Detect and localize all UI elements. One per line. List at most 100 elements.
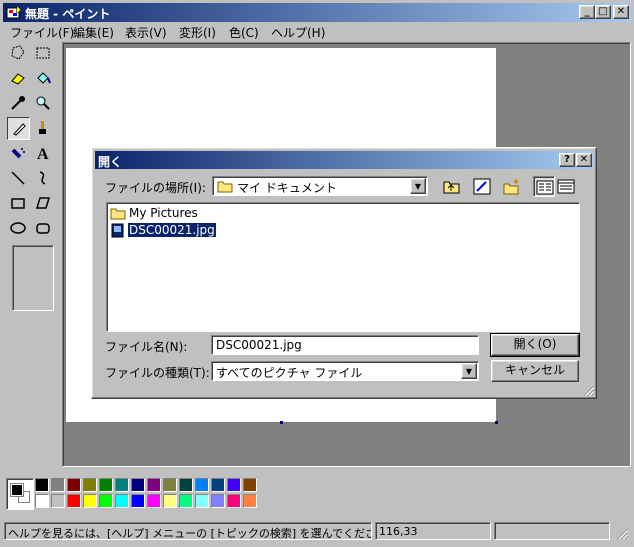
window-titlebar[interactable]: 無題 - ペイント _ □ ✕ [3, 3, 631, 22]
filename-value: DSC00021.jpg [216, 338, 302, 352]
color-swatch[interactable] [83, 478, 97, 492]
color-swatch[interactable] [227, 494, 241, 508]
color-swatch[interactable] [211, 494, 225, 508]
ellipse-icon [10, 222, 26, 234]
current-colors[interactable] [6, 478, 34, 510]
desktop-button[interactable] [471, 176, 493, 197]
color-swatch[interactable] [35, 494, 49, 508]
rect-select-icon [36, 47, 50, 59]
pencil-tool[interactable] [7, 117, 30, 140]
dialog-size-grip-icon[interactable] [582, 384, 595, 397]
menu-bar: ファイル(F) 編集(E) 表示(V) 変形(I) 色(C) ヘルプ(H) [3, 22, 631, 41]
minimize-button[interactable]: _ [579, 5, 595, 19]
magnifier-tool[interactable] [32, 92, 55, 115]
file-list[interactable]: My Pictures DSC00021.jpg [106, 202, 580, 332]
eraser-tool[interactable] [7, 67, 30, 90]
color-swatch[interactable] [83, 494, 97, 508]
filename-input[interactable]: DSC00021.jpg [211, 335, 479, 355]
color-swatch[interactable] [163, 478, 177, 492]
close-button[interactable]: ✕ [613, 5, 629, 19]
color-swatch[interactable] [195, 478, 209, 492]
color-swatch[interactable] [147, 478, 161, 492]
color-swatch[interactable] [211, 478, 225, 492]
eraser-icon [11, 73, 25, 85]
color-swatch[interactable] [115, 478, 129, 492]
maximize-button[interactable]: □ [595, 5, 611, 19]
foreground-color-swatch[interactable] [10, 483, 24, 497]
line-tool[interactable] [7, 167, 30, 190]
desktop-icon [473, 178, 491, 195]
tool-options-panel[interactable] [12, 245, 54, 311]
status-coordinates: 116,33 [375, 522, 491, 540]
free-select-tool[interactable] [7, 42, 30, 65]
menu-edit[interactable]: 編集(E) [73, 24, 114, 41]
color-picker-tool[interactable] [7, 92, 30, 115]
color-palette [3, 470, 631, 516]
color-swatch[interactable] [35, 478, 49, 492]
color-swatch[interactable] [99, 478, 113, 492]
up-folder-button[interactable] [441, 176, 463, 197]
resize-handle-corner[interactable] [495, 421, 498, 424]
cancel-button[interactable]: キャンセル [491, 360, 579, 382]
menu-image[interactable]: 変形(I) [179, 24, 216, 41]
brush-tool[interactable] [32, 117, 55, 140]
filetype-dropdown[interactable]: すべてのピクチャ ファイル ▼ [211, 361, 479, 381]
open-button[interactable]: 開く(O) [490, 333, 580, 357]
dialog-help-button[interactable]: ? [559, 153, 575, 167]
color-swatch[interactable] [51, 478, 65, 492]
free-select-icon [11, 45, 25, 60]
color-swatch[interactable] [115, 494, 129, 508]
menu-colors[interactable]: 色(C) [229, 24, 259, 41]
polygon-icon [35, 197, 51, 209]
rectangle-tool[interactable] [7, 192, 30, 215]
color-swatch[interactable] [67, 478, 81, 492]
curve-tool[interactable] [32, 167, 55, 190]
resize-handle-bottom[interactable] [280, 421, 283, 424]
rounded-rect-icon [36, 223, 50, 234]
chevron-down-icon[interactable]: ▼ [410, 178, 426, 194]
ellipse-tool[interactable] [7, 217, 30, 240]
color-swatch[interactable] [227, 478, 241, 492]
curve-icon [39, 171, 46, 185]
dialog-titlebar[interactable]: 開く ? ✕ [95, 151, 593, 169]
brush-icon [39, 121, 46, 134]
menu-help[interactable]: ヘルプ(H) [271, 24, 325, 41]
status-size [494, 522, 610, 540]
size-grip-icon[interactable] [615, 526, 629, 540]
color-swatch[interactable] [131, 478, 145, 492]
color-swatch[interactable] [243, 494, 257, 508]
color-swatch[interactable] [179, 494, 193, 508]
airbrush-icon [11, 148, 25, 159]
fill-icon [37, 72, 51, 84]
list-view-button[interactable] [533, 176, 555, 197]
color-swatch[interactable] [179, 478, 193, 492]
look-in-value: マイ ドキュメント [237, 181, 337, 195]
pencil-icon [13, 123, 26, 136]
color-swatch[interactable] [131, 494, 145, 508]
look-in-label: ファイルの場所(I): [105, 181, 206, 195]
menu-file[interactable]: ファイル(F) [10, 24, 74, 41]
color-swatch[interactable] [67, 494, 81, 508]
color-swatch[interactable] [147, 494, 161, 508]
toolbox: A [3, 42, 61, 467]
color-swatch[interactable] [163, 494, 177, 508]
chevron-down-icon[interactable]: ▼ [461, 363, 477, 379]
magnifier-icon [36, 96, 50, 110]
color-swatch[interactable] [51, 494, 65, 508]
dialog-close-button[interactable]: ✕ [576, 153, 592, 167]
polygon-tool[interactable] [32, 192, 55, 215]
color-swatch[interactable] [99, 494, 113, 508]
new-folder-button[interactable] [501, 176, 523, 197]
list-view-icon [536, 180, 554, 195]
color-swatch[interactable] [243, 478, 257, 492]
details-view-icon [557, 179, 575, 194]
airbrush-tool[interactable] [7, 142, 30, 165]
menu-view[interactable]: 表示(V) [125, 24, 167, 41]
look-in-dropdown[interactable]: マイ ドキュメント ▼ [212, 176, 428, 196]
rect-select-tool[interactable] [32, 42, 55, 65]
color-swatch[interactable] [195, 494, 209, 508]
details-view-button[interactable] [555, 176, 577, 197]
fill-tool[interactable] [32, 67, 55, 90]
text-tool[interactable]: A [32, 142, 55, 165]
rounded-rect-tool[interactable] [32, 217, 55, 240]
